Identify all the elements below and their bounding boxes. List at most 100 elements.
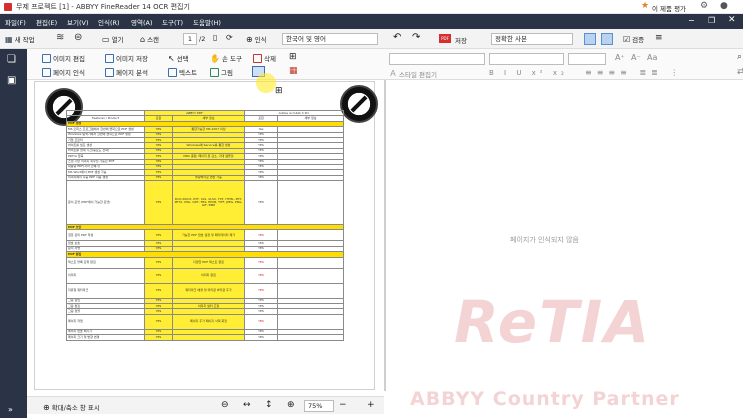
background-area-icon[interactable]: ▦ (289, 66, 298, 76)
style-select[interactable] (389, 53, 485, 65)
page-number-field[interactable]: 1 (183, 33, 197, 45)
zoom-select[interactable]: 75% (304, 400, 334, 412)
hand-tool-button[interactable]: ✋ 손 도구 (210, 53, 242, 64)
select-tool-button[interactable]: ↖ 선택 (168, 53, 189, 64)
verify-button[interactable]: ☑ 검증 (623, 34, 644, 45)
replace-icon[interactable]: ⇄ (737, 67, 743, 77)
search-icon[interactable]: ⌕ (737, 52, 742, 62)
fit-height-icon[interactable]: ↕ (265, 400, 273, 410)
zoom-in-icon[interactable]: ⊕ (287, 400, 295, 410)
menu-view[interactable]: 보기(V) (67, 17, 88, 27)
empty-text-message: 페이지가 인식되지 않음 (510, 236, 579, 244)
image-edit-button[interactable]: 이미지 편집 (42, 53, 85, 63)
expand-icon[interactable]: » (8, 405, 13, 414)
delete-button[interactable]: 삭제 (253, 53, 276, 63)
arrow-icon: ↖ (168, 53, 175, 63)
font-select[interactable] (489, 53, 564, 65)
recognition-icon[interactable]: ▣ (7, 75, 16, 86)
save-button[interactable]: 저장 (455, 35, 467, 45)
table-cell: 권한 관리 PDF 작성 (66, 229, 145, 242)
layout-icon-2[interactable] (601, 33, 613, 45)
editor-ribbon: 이미지 편집 이미지 저장 페이지 인식 페이지 분석 ↖ 선택 ✋ 손 도구 삭제… (27, 49, 743, 80)
table-cell: 페이지 추가 페이지 삭제 회전 (172, 313, 245, 330)
title-bar: 무제 프로젝트 [1] - ABBYY FineReader 14 OCR 편집… (0, 0, 743, 14)
table-cell: 페이지 작업 (66, 313, 145, 330)
table-row: 이미지 YES 이미지 편집 YES (66, 267, 344, 284)
table-row: 권한 관리 PDF 작성 YES 가능한 PDF 암호 설정 및 메타데이터 제거 Y… (66, 229, 344, 242)
table-row: 페이지 작업 YES 페이지 추가 페이지 삭제 회전 YES (66, 313, 344, 330)
table-row: 텍스트 블록 단위 편집 YES 다양한 PDF 텍스트 편집 YES (66, 256, 344, 269)
menu-edit[interactable]: 편집(E) (36, 17, 57, 27)
menu-recognize[interactable]: 인식(R) (98, 17, 120, 27)
table-cell: 워터마크 배경 및 머리글 바닥글 추가 (172, 282, 245, 299)
zoom-out-icon[interactable]: ⊖ (221, 400, 229, 410)
layers-icon[interactable]: ≋ (56, 32, 64, 43)
table-cell: DOC,DOCX, RTF, XLS, XLSX, TXT, HTML, PPT… (172, 180, 245, 226)
case-icon[interactable]: Aa (647, 53, 657, 62)
pdf-icon[interactable]: PDF (439, 34, 451, 43)
table-cell: YES (244, 282, 278, 299)
menu-area[interactable]: 영역(A) (131, 17, 152, 27)
table-cell: 이미지 편집 (172, 267, 245, 284)
layout-icon-1[interactable] (584, 33, 596, 45)
delete-icon (253, 53, 262, 63)
image-edit-icon (42, 53, 51, 63)
picture-area-button[interactable]: 그림 (210, 67, 233, 77)
table-cell: YES (244, 229, 278, 242)
table-cell: 페이지 크기 및 방향 변경 (66, 334, 145, 341)
zoom-window-toggle[interactable]: ⊕ 확대/축소 창 표시 (43, 402, 100, 413)
undo-icon[interactable]: ↶ (393, 32, 401, 43)
page-recognize-button[interactable]: 페이지 인식 (42, 67, 85, 77)
image-save-button[interactable]: 이미지 저장 (105, 53, 148, 63)
style-editor-button[interactable]: Ａ 스타일 편집기 (389, 68, 437, 79)
table-cell: YES (144, 313, 173, 330)
maximize-button[interactable]: ❐ (708, 16, 715, 25)
main-toolbar: ▦ 새 작업 ≋ ⊜ ▭ 열기 ⌂ 스캔 1 /2 ▯ ⟳ ⊕ 인식 한국어 및 영어 … (0, 29, 743, 49)
table-cell: 문서 포맷 (PDF에서 가능한 포맷) (66, 180, 145, 226)
table-cell: YES (144, 267, 173, 284)
table-cell (277, 282, 344, 299)
font-size-select[interactable] (568, 53, 606, 65)
image-save-icon (105, 53, 114, 63)
redo-icon[interactable]: ↷ (412, 32, 420, 43)
open-button[interactable]: ▭ 열기 (102, 34, 124, 45)
zoom-plus-icon[interactable]: + (367, 400, 375, 410)
rate-product-link[interactable]: 이 제품 평가 (652, 3, 686, 13)
minimize-button[interactable]: − (688, 16, 695, 25)
recognize-button[interactable]: ⊕ 인식 (246, 34, 267, 45)
new-task-icon: ▦ (5, 34, 13, 44)
status-bar: ⊕ 확대/축소 창 표시 ⊖ ↔ ↕ ⊕ 75% − + (27, 396, 384, 414)
watermark-partner: ABBYY Country Partner (410, 388, 680, 410)
account-icon[interactable]: ● (720, 1, 728, 11)
table-row: 페이지 크기 및 방향 변경 YES YES (66, 334, 344, 341)
picture-area-icon (210, 67, 219, 77)
table-row: 문서 포맷 (PDF에서 가능한 포맷) YES DOC,DOCX, RTF, XL… (66, 180, 344, 226)
comparison-table: ABBYY PDF Adobe Acrobat X Pro Features / P… (66, 109, 344, 341)
fit-width-icon[interactable]: ↔ (243, 400, 251, 410)
add-area-icon[interactable]: ⊞ (289, 52, 297, 62)
zoom-icon: ⊕ (43, 402, 50, 412)
new-task-button[interactable]: ▦ 새 작업 (5, 34, 35, 45)
document-page[interactable]: [ [FS] 출력마마 편집 기능 비교 (FS) ] ABBYY PDF Ado… (16, 81, 378, 390)
save-mode-select[interactable]: 정확한 사본 (491, 33, 573, 45)
toolbar-menu-icon[interactable]: ≡ (655, 33, 663, 43)
table-cell (277, 267, 344, 284)
menu-help[interactable]: 도움말(H) (193, 17, 221, 27)
font-shrink-icon[interactable]: A⁻ (631, 53, 641, 62)
scanner-icon: ⌂ (140, 34, 146, 44)
close-button[interactable]: ✕ (728, 15, 736, 25)
menu-file[interactable]: 파일(F) (5, 17, 26, 27)
cursor-highlight (256, 73, 276, 93)
rotate-icon[interactable]: ⟳ (226, 33, 233, 42)
menu-tools[interactable]: 도구(T) (162, 17, 183, 27)
scan-button[interactable]: ⌂ 스캔 (140, 34, 159, 45)
settings-icon[interactable]: ⚙ (700, 1, 708, 11)
pages-icon[interactable]: ❏ (7, 54, 16, 65)
page-icon[interactable]: ▯ (213, 33, 217, 42)
language-select[interactable]: 한국어 및 영어 (282, 33, 378, 45)
zoom-minus-icon[interactable]: − (339, 400, 347, 410)
font-grow-icon[interactable]: A⁺ (615, 53, 625, 62)
stack-icon[interactable]: ⊜ (74, 32, 82, 43)
text-area-button[interactable]: 텍스트 (168, 67, 197, 77)
page-analyze-button[interactable]: 페이지 분석 (105, 67, 148, 77)
